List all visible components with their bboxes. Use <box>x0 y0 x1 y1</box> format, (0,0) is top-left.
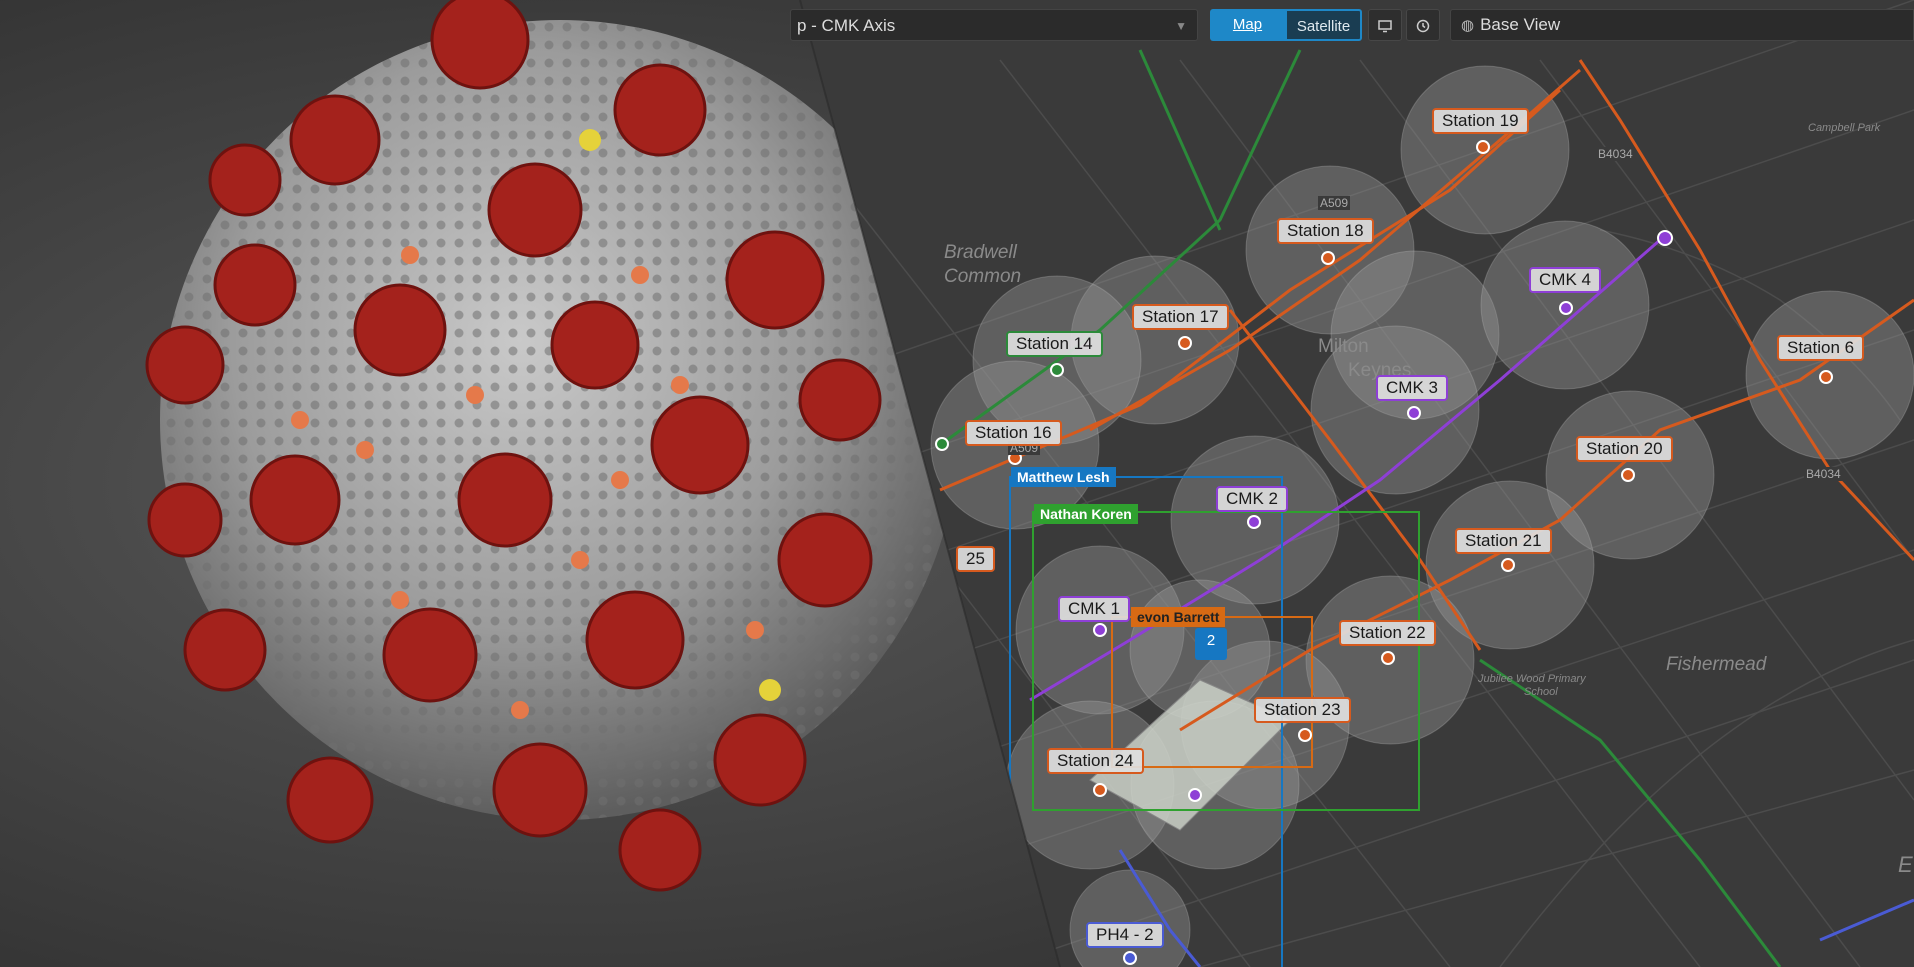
area-label-jubilee-school: Jubilee Wood Primary <box>1478 673 1586 685</box>
station-label-17[interactable]: Station 17 <box>1132 304 1229 330</box>
station-label-18[interactable]: Station 18 <box>1277 218 1374 244</box>
station-label-cmk2[interactable]: CMK 2 <box>1216 486 1288 512</box>
monitor-icon <box>1378 20 1392 33</box>
area-label-bradwell-common: Common <box>944 266 1022 287</box>
person-tag-devon[interactable]: evon Barrett <box>1131 607 1226 627</box>
station-label-23[interactable]: Station 23 <box>1254 697 1351 723</box>
map-mode-button[interactable]: Map <box>1210 9 1285 41</box>
area-label-campbell-park: Campbell Park <box>1808 122 1881 134</box>
base-view-selector[interactable]: ◍ Base View <box>1450 9 1914 41</box>
cluster-count-badge[interactable]: 2 <box>1195 628 1227 660</box>
clock-icon <box>1416 20 1430 33</box>
station-label-ph4[interactable]: PH4 - 2 <box>1086 922 1164 948</box>
station-label-6[interactable]: Station 6 <box>1777 335 1865 361</box>
area-label-bradwell: Bradwell <box>944 242 1017 263</box>
person-tag-matthew[interactable]: Matthew Lesh <box>1011 467 1116 487</box>
road-label-b4034: B4034 <box>1596 147 1635 161</box>
scene-svg <box>0 0 1914 967</box>
history-button[interactable] <box>1406 9 1440 41</box>
road-label-a509: A509 <box>1318 196 1351 210</box>
base-view-label: Base View <box>1480 15 1561 34</box>
chevron-down-icon: ▼ <box>1175 19 1187 33</box>
composite-stage: Bradwell Common Milton Keynes Fishermead… <box>0 0 1914 967</box>
satellite-mode-button[interactable]: Satellite <box>1285 9 1362 41</box>
area-label-school: School <box>1524 686 1558 698</box>
station-label-21[interactable]: Station 21 <box>1455 528 1552 554</box>
station-label-cmk1[interactable]: CMK 1 <box>1058 596 1130 622</box>
station-label-14[interactable]: Station 14 <box>1006 331 1103 357</box>
area-label-fishermead: Fishermead <box>1666 654 1767 675</box>
monitor-button[interactable] <box>1368 9 1402 41</box>
station-label-19[interactable]: Station 19 <box>1432 108 1529 134</box>
globe-icon: ◍ <box>1461 17 1475 34</box>
station-label-25[interactable]: 25 <box>956 546 995 572</box>
station-label-24[interactable]: Station 24 <box>1047 748 1144 774</box>
layer-select[interactable]: p - CMK Axis ▼ <box>790 9 1198 41</box>
station-label-cmk4[interactable]: CMK 4 <box>1529 267 1601 293</box>
station-label-20[interactable]: Station 20 <box>1576 436 1673 462</box>
person-tag-nathan[interactable]: Nathan Koren <box>1034 504 1138 524</box>
road-label-b4034-right: B4034 <box>1804 467 1843 481</box>
area-label-edge: E <box>1898 852 1913 877</box>
station-label-16[interactable]: Station 16 <box>965 420 1062 446</box>
station-label-22[interactable]: Station 22 <box>1339 620 1436 646</box>
map-toolbar: p - CMK Axis ▼ Map Satellite ◍ Base View <box>0 0 1914 50</box>
station-label-cmk3[interactable]: CMK 3 <box>1376 375 1448 401</box>
layer-select-value: p - CMK Axis <box>797 16 896 35</box>
area-label-milton: Milton <box>1318 336 1369 357</box>
